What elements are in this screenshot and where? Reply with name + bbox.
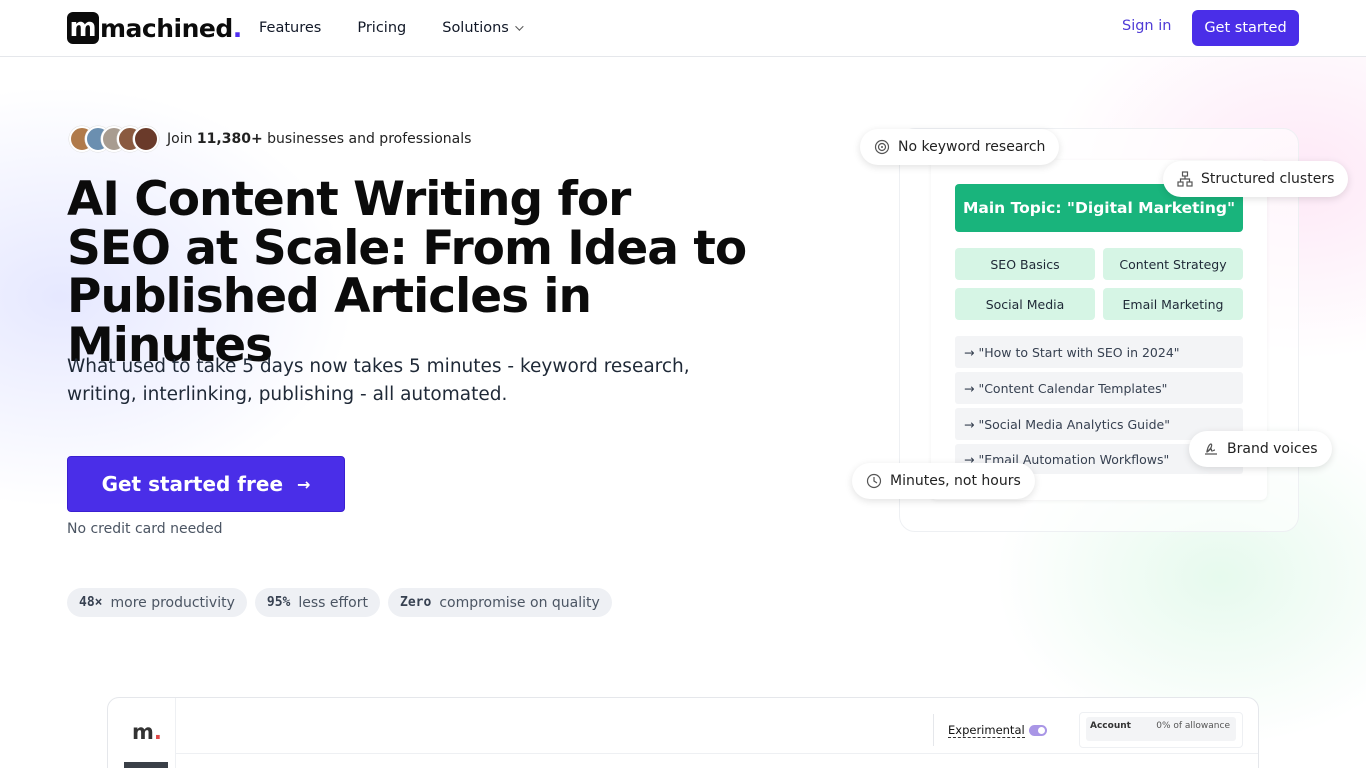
app-sidebar: m. [108, 698, 176, 768]
logo[interactable]: m machined. [67, 12, 242, 44]
account-usage: Account 0% of allowance [1086, 717, 1236, 741]
divider [176, 753, 1258, 754]
account-label: Account [1090, 721, 1131, 731]
subtopic-seo-basics: SEO Basics [955, 248, 1095, 280]
join-prefix: Join [167, 131, 193, 147]
get-started-button[interactable]: Get started [1192, 10, 1299, 46]
stat-label: more productivity [110, 594, 235, 611]
chevron-down-icon [515, 22, 524, 31]
app-sidebar-tab[interactable] [124, 762, 168, 768]
chip-no-keyword-research: No keyword research [860, 129, 1060, 165]
app-logo: m. [132, 720, 162, 744]
nav-features-label: Features [259, 20, 322, 36]
article-item: → "Content Calendar Templates" [955, 372, 1243, 404]
nav-pricing[interactable]: Pricing [357, 20, 406, 36]
chip-label: Structured clusters [1201, 171, 1335, 187]
hero-title-line-1: AI Content Writing for [67, 172, 631, 227]
target-icon [874, 139, 890, 155]
article-item: → "How to Start with SEO in 2024" [955, 336, 1243, 368]
stat-value: 95% [266, 595, 291, 610]
hero-title: AI Content Writing for SEO at Scale: Fro… [67, 175, 787, 370]
logo-dot: . [232, 13, 243, 43]
cta-label: Get started free [101, 472, 284, 496]
app-logo-letter: m [132, 720, 154, 744]
chip-brand-voices: Brand voices [1189, 431, 1332, 467]
experimental-toggle[interactable] [1029, 725, 1047, 736]
nav-features[interactable]: Features [259, 20, 321, 36]
stats-row: 48× more productivity 95% less effort Zero… [67, 588, 612, 617]
stat-badge: Zero compromise on quality [388, 588, 612, 617]
subtopic-content-strategy: Content Strategy [1103, 248, 1243, 280]
experimental-label: Experimental [948, 723, 1025, 738]
stat-label: less effort [298, 594, 368, 611]
chip-minutes-not-hours: Minutes, not hours [852, 463, 1035, 499]
join-suffix: businesses and professionals [267, 131, 472, 147]
logo-text: machined [100, 13, 233, 43]
join-count: 11,380+ [196, 131, 263, 147]
no-credit-card-note: No credit card needed [67, 521, 223, 537]
stat-value: 48× [79, 595, 103, 610]
nav-solutions[interactable]: Solutions [442, 20, 524, 36]
subtopic-email-marketing: Email Marketing [1103, 288, 1243, 320]
chip-structured-clusters: Structured clusters [1163, 161, 1349, 197]
hero-title-line-2: SEO at Scale: From Idea to [67, 220, 747, 276]
account-box[interactable]: Account 0% of allowance [1079, 712, 1243, 748]
hero-subtitle: What used to take 5 days now takes 5 min… [67, 356, 690, 405]
signature-icon [1205, 443, 1217, 455]
stat-badge: 48× more productivity [67, 588, 247, 617]
divider [933, 714, 934, 746]
stat-badge: 95% less effort [254, 588, 380, 617]
join-text: Join 11,380+ businesses and professional… [167, 131, 471, 147]
stat-label: compromise on quality [439, 594, 600, 611]
main-nav: Features Pricing Solutions [259, 0, 557, 56]
chip-label: Minutes, not hours [890, 473, 1021, 489]
subtopic-social-media: Social Media [955, 288, 1095, 320]
chip-label: Brand voices [1227, 441, 1318, 457]
account-allowance: 0% of allowance [1156, 721, 1230, 731]
chip-label: No keyword research [898, 139, 1046, 155]
get-started-free-button[interactable]: Get started free → [67, 456, 345, 512]
sitemap-icon [1177, 171, 1193, 187]
clock-icon [866, 473, 882, 489]
sign-in-link[interactable]: Sign in [1122, 18, 1171, 34]
app-preview: m. Experimental Account 0% of allowance [107, 697, 1259, 768]
top-navbar: m machined. Features Pricing Solutions S… [0, 0, 1366, 57]
arrow-right-icon: → [297, 474, 311, 494]
logo-mark: m [67, 12, 99, 44]
avatar [133, 126, 159, 152]
app-logo-dot: . [153, 720, 162, 744]
nav-pricing-label: Pricing [357, 20, 407, 36]
social-proof: Join 11,380+ businesses and professional… [69, 126, 471, 152]
stat-value: Zero [400, 595, 432, 610]
nav-solutions-label: Solutions [442, 20, 509, 36]
